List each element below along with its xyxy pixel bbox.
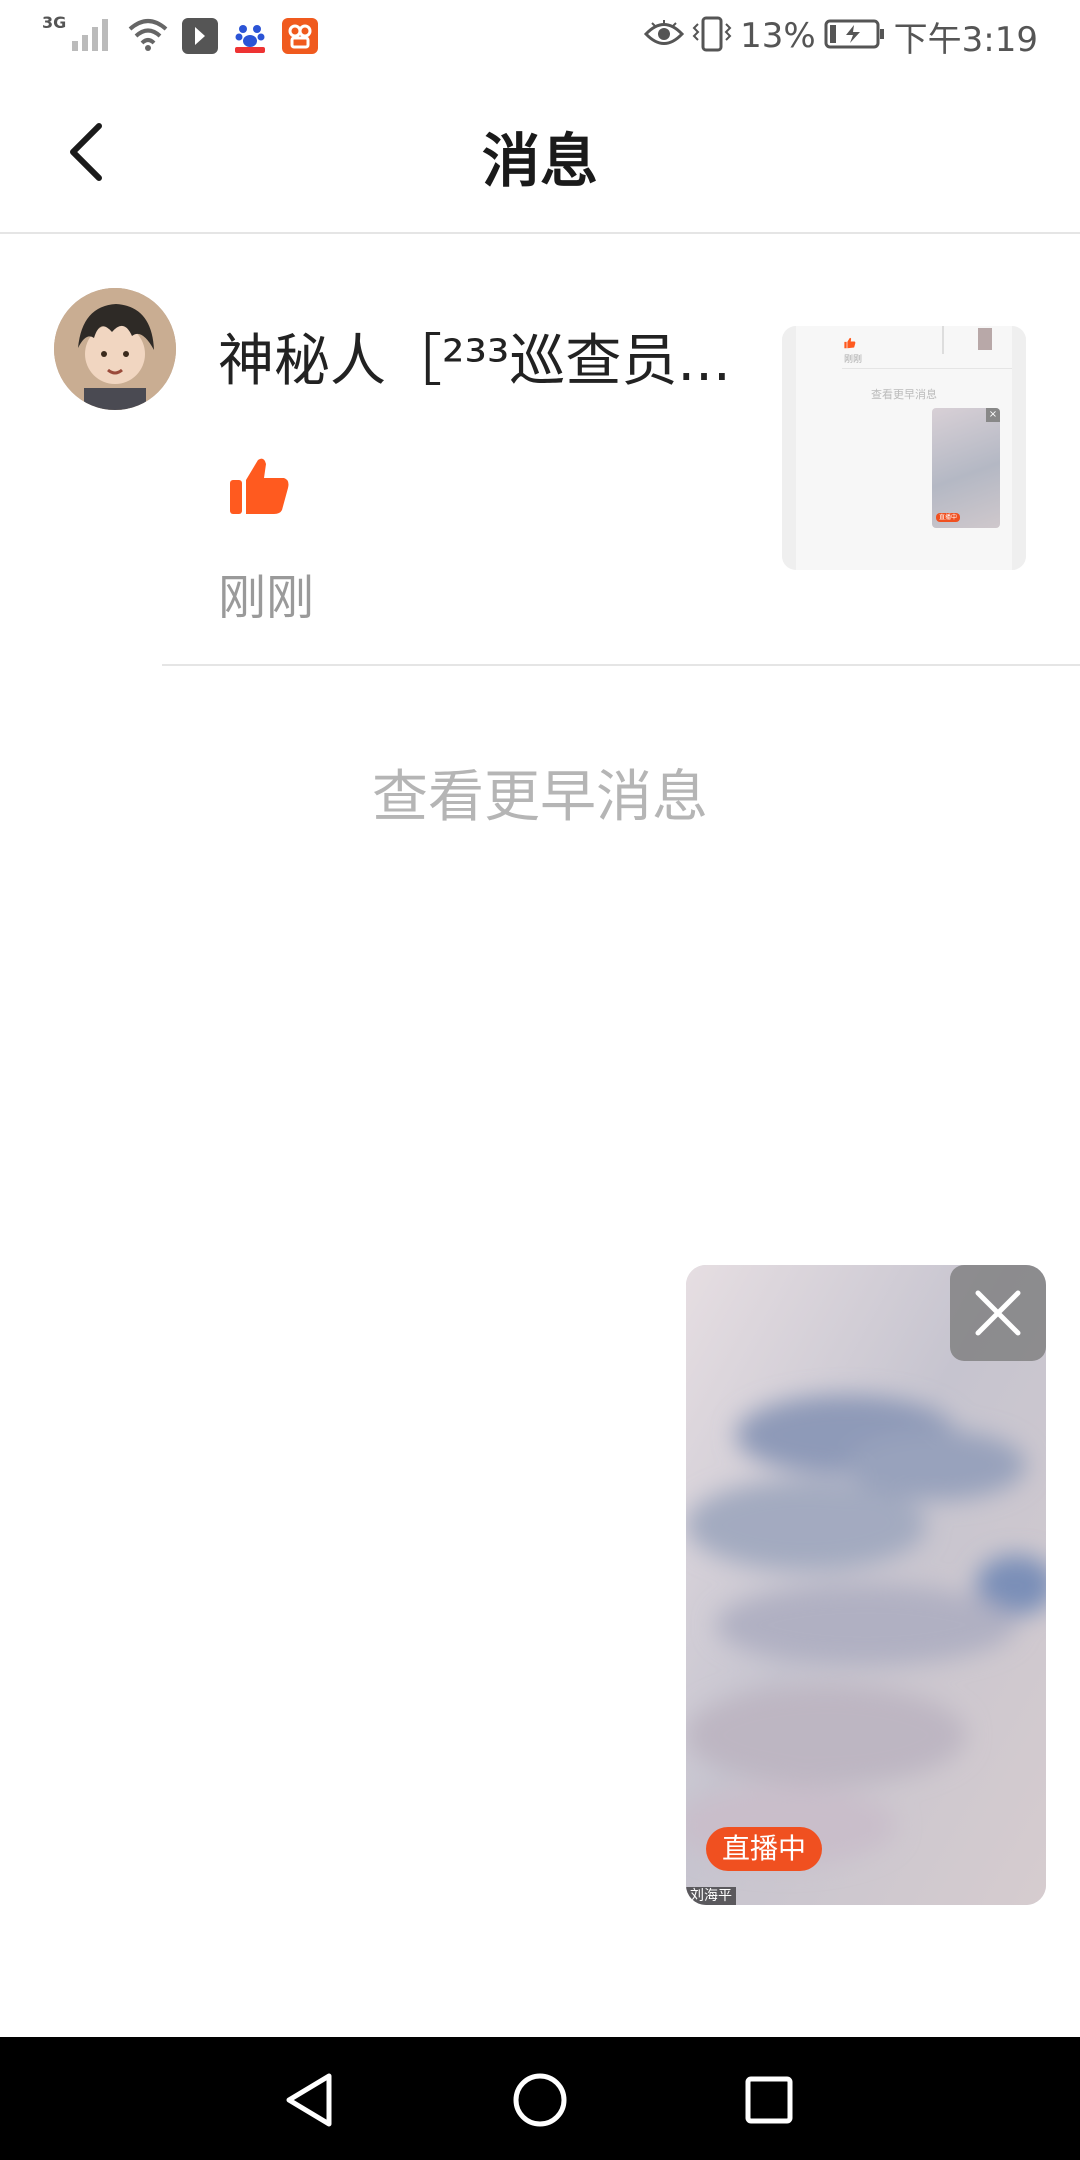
- status-left: 3G: [42, 12, 319, 58]
- network-type: 3G: [42, 12, 67, 32]
- header: 消息: [0, 72, 1080, 234]
- vibrate-icon: [692, 16, 732, 56]
- battery-icon: [824, 18, 886, 54]
- signal-icon: [70, 17, 114, 55]
- app-icon-a: [182, 18, 219, 54]
- message-thumbnail[interactable]: 刚刚 查看更早消息 × 直播中: [782, 326, 1026, 570]
- thumbs-up-icon: [228, 454, 292, 518]
- avatar[interactable]: [54, 288, 176, 410]
- page-title: 消息: [481, 127, 598, 195]
- view-earlier-messages[interactable]: 查看更早消息: [0, 752, 1080, 833]
- circle-home-icon: [513, 2073, 567, 2127]
- message-sender-name: 神秘人［²³³巡查员...: [218, 329, 731, 394]
- battery-percent: 13%: [740, 16, 816, 56]
- nav-recents-button[interactable]: [724, 2055, 814, 2145]
- thumbnail-live-badge: 直播中: [936, 513, 961, 522]
- nav-home-button[interactable]: [495, 2055, 585, 2145]
- close-icon: [975, 1290, 1021, 1336]
- message-item[interactable]: 神秘人［²³³巡查员... 刚刚 刚刚 查看更早消息 × 直播中: [0, 232, 1080, 666]
- thumbnail-earlier-text: 查看更早消息: [871, 388, 937, 401]
- triangle-back-icon: [286, 2073, 332, 2127]
- live-video-preview: [686, 1265, 1046, 1905]
- screen: 3G 13% 下午3:19 消息 神秘人［²³³巡查员... 刚刚 刚刚 查看更…: [0, 0, 1080, 2160]
- status-right: 13% 下午3:19: [643, 14, 1038, 60]
- eye-icon: [643, 19, 685, 53]
- status-time: 下午3:19: [893, 19, 1038, 60]
- host-name: 刘海平: [686, 1887, 736, 1905]
- app-icon-b: [282, 18, 319, 54]
- thumbnail-like-icon: [844, 334, 856, 353]
- baidu-icon: [232, 18, 269, 54]
- live-status-badge: 直播中: [706, 1827, 823, 1871]
- status-bar: 3G 13% 下午3:19: [0, 0, 1080, 72]
- wifi-icon: [128, 17, 168, 55]
- thumbnail-time: 刚刚: [844, 355, 863, 365]
- close-player-button[interactable]: [950, 1265, 1046, 1361]
- message-time: 刚刚: [218, 570, 315, 626]
- divider: [162, 664, 1080, 666]
- square-recents-icon: [745, 2076, 793, 2124]
- navigation-bar: [0, 2037, 1080, 2160]
- nav-back-button[interactable]: [264, 2055, 354, 2145]
- floating-live-player[interactable]: 直播中 刘海平: [686, 1265, 1046, 1905]
